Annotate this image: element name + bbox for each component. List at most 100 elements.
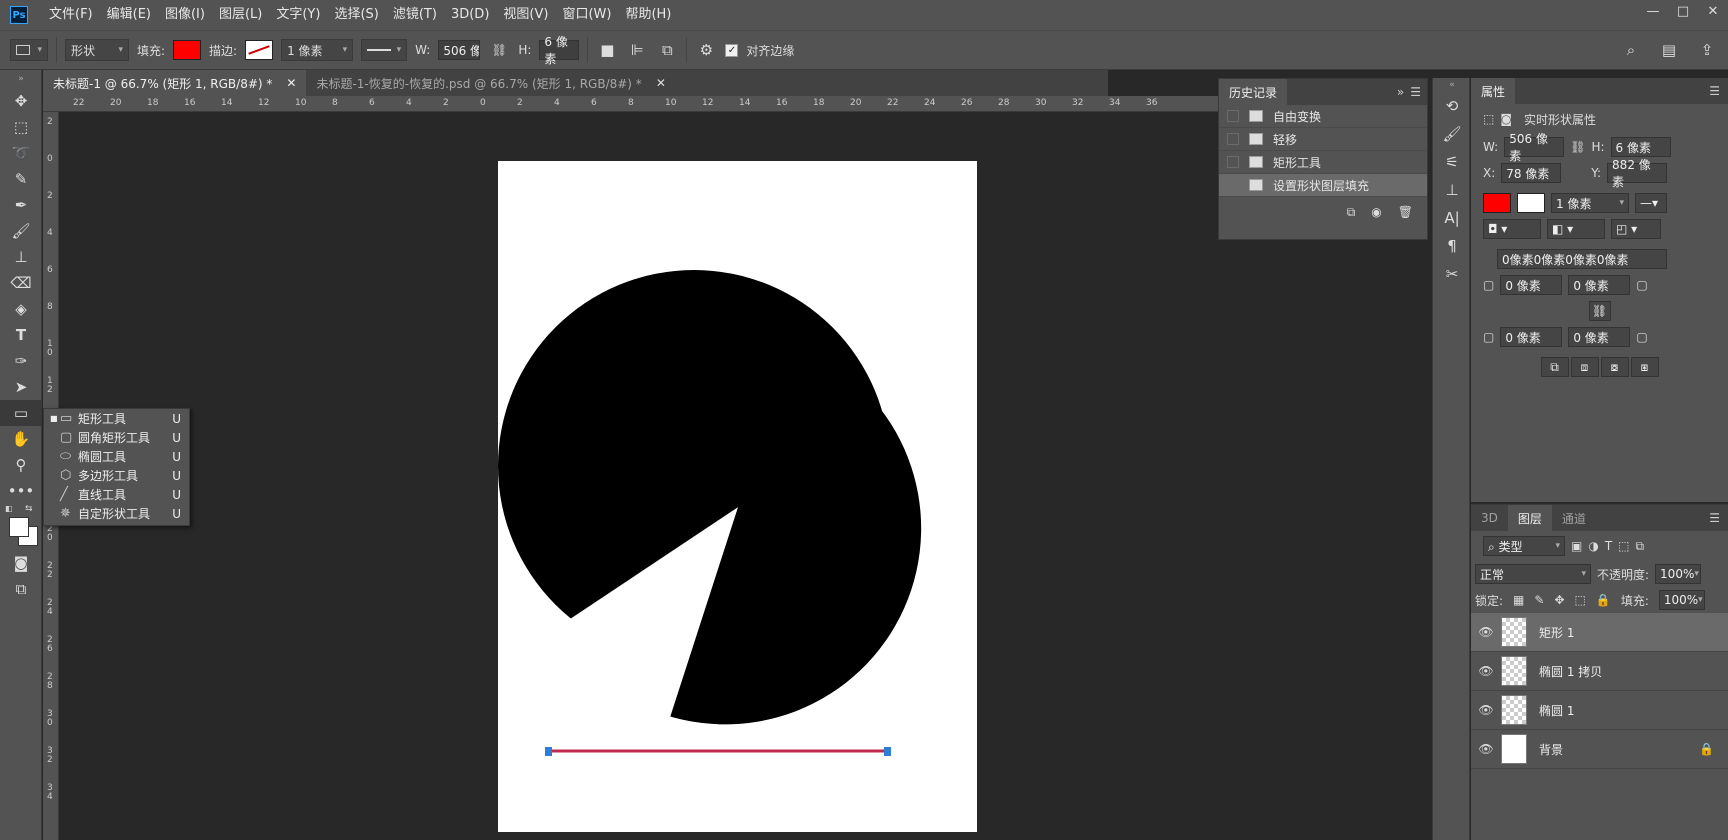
lock-image-icon[interactable]: ✎ (1534, 593, 1544, 607)
layer-fill-field[interactable]: 100% ▾ (1658, 590, 1705, 610)
prop-stroke-type[interactable]: —▾ (1635, 193, 1667, 213)
path-operations-icon[interactable]: ■ (596, 39, 618, 61)
history-snapshot-checkbox[interactable] (1227, 179, 1239, 191)
rectangle-tool-icon[interactable]: ▭ (0, 400, 42, 426)
tab-history[interactable]: 历史记录 (1219, 79, 1288, 105)
corner-tl-field[interactable]: 0 像素 (1500, 275, 1563, 295)
subtract-shapes-icon[interactable]: ⧈ (1570, 357, 1599, 377)
path-alignment-icon[interactable]: ⊫ (626, 39, 648, 61)
quick-mask-icon[interactable]: ◙ (0, 550, 42, 576)
search-icon[interactable]: ⌕ (1620, 39, 1642, 61)
link-icon[interactable]: ⛓ (1570, 140, 1585, 154)
mask-properties-icon[interactable]: ◙ (1500, 112, 1512, 126)
more-tools-icon[interactable]: ••• (0, 478, 42, 504)
gear-icon[interactable]: ⚙ (695, 39, 717, 61)
menu-item[interactable]: 窗口(W) (555, 0, 618, 30)
zoom-tool-icon[interactable]: ⚲ (0, 452, 42, 478)
foreground-color-swatch[interactable] (9, 517, 29, 537)
corner-bl-field[interactable]: 0 像素 (1500, 327, 1563, 347)
workspace-icon[interactable]: ▤ (1658, 39, 1680, 61)
menu-item[interactable]: 帮助(H) (618, 0, 678, 30)
eyedropper-tool-icon[interactable]: ✒ (0, 192, 42, 218)
anchor-handle-left[interactable] (545, 747, 552, 756)
stroke-width-select[interactable]: 1 像素 ▾ (281, 39, 354, 61)
menu-item[interactable]: 视图(V) (496, 0, 555, 30)
prop-stroke-corners[interactable]: ◰ ▾ (1611, 219, 1661, 239)
prop-x-field[interactable]: 78 像素 (1501, 163, 1562, 183)
prop-width-field[interactable]: 506 像素 (1504, 132, 1565, 163)
adjustments-icon[interactable]: ⚟ (1433, 148, 1471, 176)
prop-height-field[interactable]: 6 像素 (1610, 137, 1671, 157)
flyout-item[interactable]: ╱ 直线工具 U (44, 485, 189, 504)
menu-item[interactable]: 文件(F) (42, 0, 100, 30)
layer-filter-select[interactable]: ⌕ 类型 ▾ (1483, 536, 1565, 556)
filter-shape-icon[interactable]: ⬚ (1618, 539, 1629, 553)
history-item[interactable]: 自由变换 (1219, 105, 1427, 128)
tab-properties[interactable]: 属性 (1471, 78, 1516, 104)
history-snapshot-checkbox[interactable] (1227, 110, 1239, 122)
tab-layers-panel[interactable]: 3D (1471, 505, 1508, 531)
layer-row[interactable]: 👁 椭圆 1 (1471, 691, 1728, 730)
filter-adjust-icon[interactable]: ◑ (1588, 539, 1598, 553)
layer-row[interactable]: 👁 椭圆 1 拷贝 (1471, 652, 1728, 691)
lock-transparency-icon[interactable]: ▦ (1513, 593, 1524, 607)
tab-layers-panel[interactable]: 通道 (1552, 505, 1596, 531)
history-item[interactable]: 矩形工具 (1219, 151, 1427, 174)
eye-icon[interactable]: 👁 (1471, 742, 1501, 756)
flyout-item[interactable]: ■ ▭ 矩形工具 U (44, 409, 189, 428)
history-snapshot-checkbox[interactable] (1227, 156, 1239, 168)
flyout-item[interactable]: ✵ 自定形状工具 U (44, 504, 189, 523)
minimize-icon[interactable]: — (1638, 0, 1668, 22)
fill-color-swatch[interactable] (173, 40, 202, 60)
width-field[interactable]: 506 像素 (438, 40, 481, 60)
prop-fill-swatch[interactable] (1483, 193, 1511, 213)
pen-tool-icon[interactable]: ✑ (0, 348, 42, 374)
menu-item[interactable]: 图层(L) (212, 0, 269, 30)
menu-item[interactable]: 文字(Y) (269, 0, 327, 30)
flyout-item[interactable]: ⬡ 多边形工具 U (44, 466, 189, 485)
trash-icon[interactable]: 🗑 (1398, 205, 1413, 219)
stroke-type-select[interactable]: ▾ (361, 39, 408, 61)
menu-item[interactable]: 图像(I) (158, 0, 212, 30)
type-tool-icon[interactable]: T (0, 322, 42, 348)
collapse-arrows-icon[interactable]: » (0, 70, 42, 88)
tab-document-1[interactable]: 未标题-1 @ 66.7% (矩形 1, RGB/8#) * ✕ (43, 70, 307, 96)
brush-panel-icon[interactable]: 🖌 (1433, 120, 1471, 148)
eye-icon[interactable]: 👁 (1471, 703, 1501, 717)
height-field[interactable]: 6 像素 (539, 35, 580, 66)
quick-select-tool-icon[interactable]: ✎ (0, 166, 42, 192)
filter-type-icon[interactable]: T (1605, 539, 1612, 553)
tool-presets-icon[interactable]: ✂ (1433, 260, 1471, 288)
menu-item[interactable]: 选择(S) (327, 0, 385, 30)
lasso-tool-icon[interactable]: ➰ (0, 140, 42, 166)
document-canvas[interactable] (498, 161, 977, 832)
camera-icon[interactable]: ◉ (1371, 205, 1381, 219)
new-document-icon[interactable]: ⧉ (1347, 205, 1356, 220)
exclude-shapes-icon[interactable]: ⧆ (1630, 357, 1659, 377)
eye-icon[interactable]: 👁 (1471, 625, 1501, 639)
corner-tr-field[interactable]: 0 像素 (1568, 275, 1631, 295)
prop-stroke-width[interactable]: 1 像素 ▾ (1551, 193, 1629, 213)
anchor-handle-right[interactable] (884, 747, 891, 756)
clone-source-icon[interactable]: ⊥ (1433, 176, 1471, 204)
path-select-tool-icon[interactable]: ➤ (0, 374, 42, 400)
paragraph-panel-icon[interactable]: ¶ (1433, 232, 1471, 260)
history-panel-icon[interactable]: ⟲ (1433, 92, 1471, 120)
lock-position-icon[interactable]: ✥ (1554, 593, 1564, 607)
corner-br-field[interactable]: 0 像素 (1568, 327, 1631, 347)
panel-collapse-icon[interactable]: » (1397, 85, 1404, 99)
filter-pixel-icon[interactable]: ▣ (1571, 539, 1582, 553)
hand-tool-icon[interactable]: ✋ (0, 426, 42, 452)
align-edges-checkbox[interactable]: ✓ (725, 43, 739, 57)
path-arrangement-icon[interactable]: ⧉ (656, 39, 678, 61)
intersect-shapes-icon[interactable]: ⧇ (1600, 357, 1629, 377)
prop-y-field[interactable]: 882 像素 (1607, 158, 1668, 189)
screen-mode-icon[interactable]: ⧉ (0, 576, 42, 602)
combine-shapes-icon[interactable]: ⧉ (1540, 357, 1569, 377)
move-tool-icon[interactable]: ✥ (0, 88, 42, 114)
tab-close-icon[interactable]: ✕ (286, 76, 296, 90)
link-icon[interactable]: ⛓ (488, 39, 510, 61)
prop-corner-radius-all[interactable]: 0像素0像素0像素0像素 (1497, 249, 1667, 269)
menu-item[interactable]: 3D(D) (444, 0, 496, 30)
tab-layers-panel[interactable]: 图层 (1507, 505, 1552, 531)
